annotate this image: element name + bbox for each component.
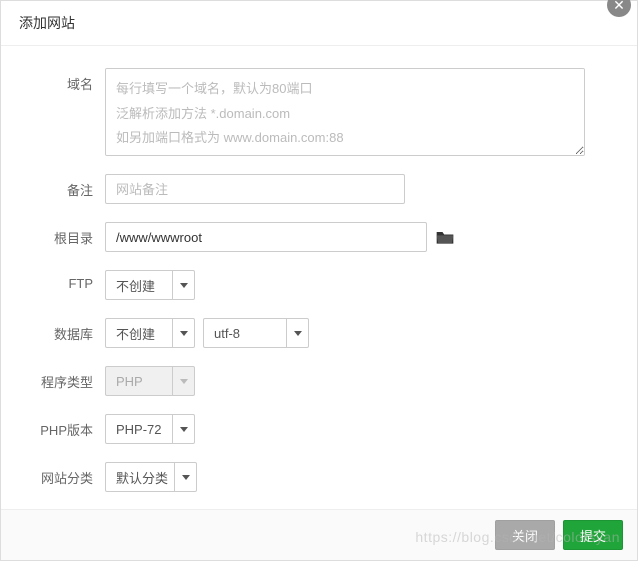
- program-select-value: PHP: [116, 374, 143, 389]
- dialog-footer: 关闭 提交: [1, 509, 637, 560]
- label-php: PHP版本: [31, 414, 105, 439]
- dialog-body: 域名 备注 根目录 FTP 不创建: [1, 46, 637, 509]
- cancel-button[interactable]: 关闭: [495, 520, 555, 550]
- row-domain: 域名: [31, 68, 607, 156]
- chevron-down-icon: [174, 463, 196, 491]
- label-domain: 域名: [31, 68, 105, 93]
- root-input[interactable]: [105, 222, 427, 252]
- row-remark: 备注: [31, 174, 607, 204]
- php-select[interactable]: PHP-72: [105, 414, 195, 444]
- folder-icon[interactable]: [435, 228, 455, 246]
- close-icon: ✕: [613, 0, 625, 13]
- close-button[interactable]: ✕: [607, 0, 631, 17]
- chevron-down-icon: [172, 319, 194, 347]
- chevron-down-icon: [286, 319, 308, 347]
- add-site-dialog: 添加网站 ✕ 域名 备注 根目录: [0, 0, 638, 561]
- row-database: 数据库 不创建 utf-8: [31, 318, 607, 348]
- dialog-header: 添加网站 ✕: [1, 1, 637, 46]
- category-select-value: 默认分类: [116, 468, 168, 487]
- chevron-down-icon: [172, 367, 194, 395]
- row-program: 程序类型 PHP: [31, 366, 607, 396]
- charset-select[interactable]: utf-8: [203, 318, 309, 348]
- program-select: PHP: [105, 366, 195, 396]
- domain-input[interactable]: [105, 68, 585, 156]
- label-database: 数据库: [31, 318, 105, 343]
- submit-button[interactable]: 提交: [563, 520, 623, 550]
- row-php: PHP版本 PHP-72: [31, 414, 607, 444]
- label-ftp: FTP: [31, 270, 105, 291]
- label-program: 程序类型: [31, 366, 105, 391]
- row-ftp: FTP 不创建: [31, 270, 607, 300]
- database-select-value: 不创建: [116, 324, 155, 343]
- ftp-select-value: 不创建: [116, 276, 155, 295]
- row-category: 网站分类 默认分类: [31, 462, 607, 492]
- label-category: 网站分类: [31, 462, 105, 487]
- category-select[interactable]: 默认分类: [105, 462, 197, 492]
- php-select-value: PHP-72: [116, 422, 162, 437]
- remark-input[interactable]: [105, 174, 405, 204]
- label-remark: 备注: [31, 174, 105, 199]
- chevron-down-icon: [172, 415, 194, 443]
- charset-select-value: utf-8: [214, 326, 240, 341]
- dialog-title: 添加网站: [19, 15, 75, 31]
- chevron-down-icon: [172, 271, 194, 299]
- database-select[interactable]: 不创建: [105, 318, 195, 348]
- ftp-select[interactable]: 不创建: [105, 270, 195, 300]
- label-root: 根目录: [31, 222, 105, 247]
- row-root: 根目录: [31, 222, 607, 252]
